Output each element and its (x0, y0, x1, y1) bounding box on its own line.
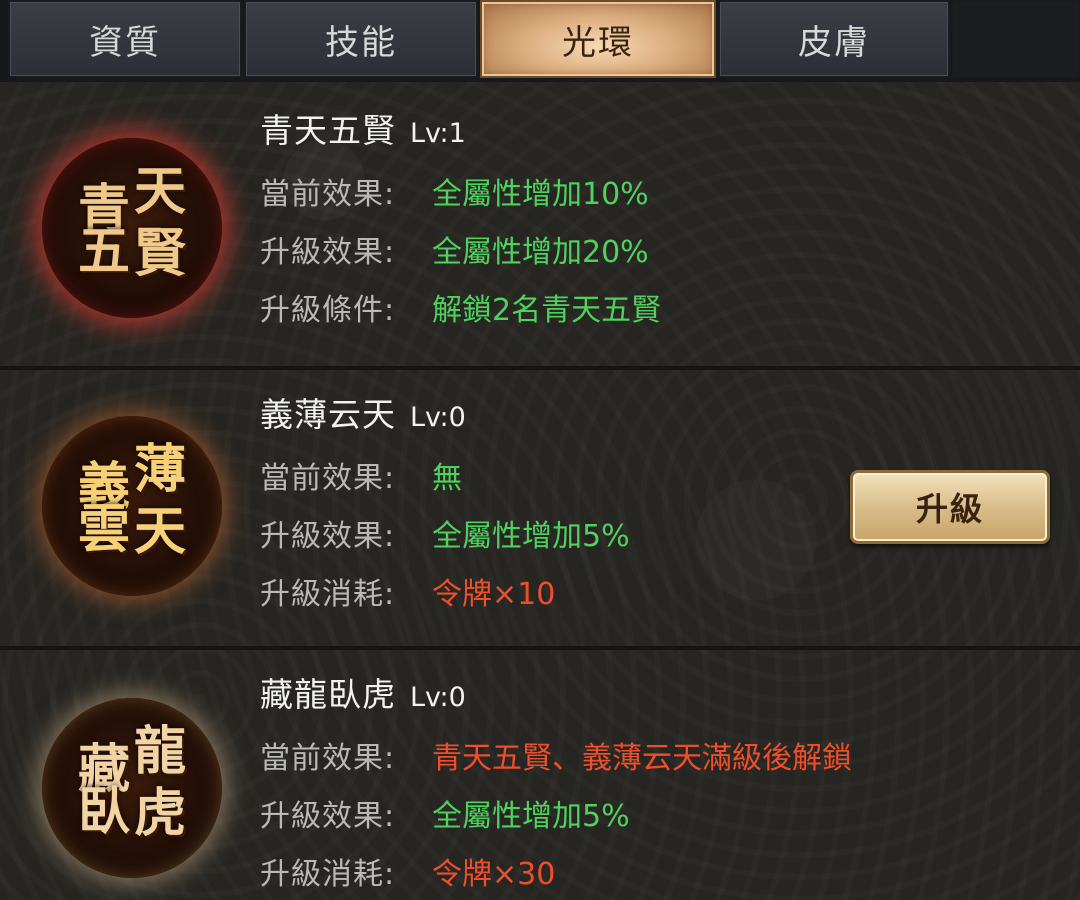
tab-skills[interactable]: 技能 (244, 0, 478, 78)
aura-row-qingtian: 青 天 五 賢 青天五賢 Lv:1 當前效果: 全屬性增加10% 升級效果: 全屬性… (0, 82, 1080, 370)
emblem-char: 龍 (133, 721, 186, 782)
tab-aptitude[interactable]: 資質 (8, 0, 242, 78)
aura-name: 青天五賢 (260, 111, 396, 150)
emblem-char: 賢 (133, 223, 186, 284)
emblem-char: 天 (133, 161, 186, 222)
current-effect-label: 當前效果: (260, 177, 396, 212)
tab-label: 光環 (562, 22, 634, 63)
upgrade-cost-value: 令牌×10 (432, 577, 556, 612)
current-effect-value: 全屬性增加10% (432, 177, 649, 212)
current-effect-value: 無 (432, 461, 462, 496)
aura-name: 藏龍臥虎 (260, 675, 396, 714)
upgrade-button-label: 升級 (915, 490, 984, 528)
upgrade-effect-value: 全屬性增加5% (432, 799, 630, 834)
upgrade-effect-value: 全屬性增加5% (432, 519, 630, 554)
tab-label: 皮膚 (798, 22, 870, 63)
upgrade-effect-label: 升級效果: (260, 799, 396, 834)
upgrade-cost-label: 升級消耗: (260, 577, 396, 612)
emblem-char: 天 (133, 501, 186, 562)
aura-level: Lv:0 (410, 402, 466, 433)
aura-info: 青天五賢 Lv:1 當前效果: 全屬性增加10% 升級效果: 全屬性增加20% 升級… (260, 104, 661, 336)
current-effect-label: 當前效果: (260, 741, 396, 776)
current-effect-label: 當前效果: (260, 461, 396, 496)
aura-emblem-qingtian: 青 天 五 賢 (42, 138, 222, 318)
emblem-char: 雲 (77, 499, 130, 560)
aura-info: 藏龍臥虎 Lv:0 當前效果: 青天五賢、義薄云天滿級後解鎖 升級效果: 全屬性增加… (260, 668, 852, 900)
tab-empty-slot (952, 0, 1080, 78)
aura-info: 義薄云天 Lv:0 當前效果: 無 升級效果: 全屬性增加5% 升級消耗: 令牌×10 (260, 388, 630, 620)
aura-row-canglong: 藏 龍 臥 虎 藏龍臥虎 Lv:0 當前效果: 青天五賢、義薄云天滿級後解鎖 升級… (0, 650, 1080, 900)
tab-bar: 資質 技能 光環 皮膚 (0, 0, 1080, 82)
tab-skin[interactable]: 皮膚 (718, 0, 950, 78)
upgrade-effect-label: 升級效果: (260, 519, 396, 554)
aura-level: Lv:0 (410, 682, 466, 713)
upgrade-cost-value: 令牌×30 (432, 857, 556, 892)
tab-label: 資質 (89, 22, 161, 63)
upgrade-condition-value: 解鎖2名青天五賢 (432, 293, 662, 328)
upgrade-condition-label: 升級條件: (260, 293, 396, 328)
emblem-char: 虎 (133, 783, 186, 844)
aura-emblem-yibo: 義 薄 雲 天 (42, 416, 222, 596)
emblem-char: 五 (77, 221, 130, 282)
upgrade-effect-value: 全屬性增加20% (432, 235, 649, 270)
aura-name: 義薄云天 (260, 395, 396, 434)
upgrade-button[interactable]: 升級 (850, 470, 1050, 544)
emblem-char: 臥 (77, 781, 130, 842)
tab-label: 技能 (325, 22, 397, 63)
upgrade-cost-label: 升級消耗: (260, 857, 396, 892)
aura-emblem-canglong: 藏 龍 臥 虎 (42, 698, 222, 878)
tab-aura[interactable]: 光環 (480, 0, 716, 78)
emblem-char: 薄 (133, 439, 186, 500)
upgrade-effect-label: 升級效果: (260, 235, 396, 270)
current-effect-value: 青天五賢、義薄云天滿級後解鎖 (432, 741, 852, 776)
aura-level: Lv:1 (410, 118, 466, 149)
